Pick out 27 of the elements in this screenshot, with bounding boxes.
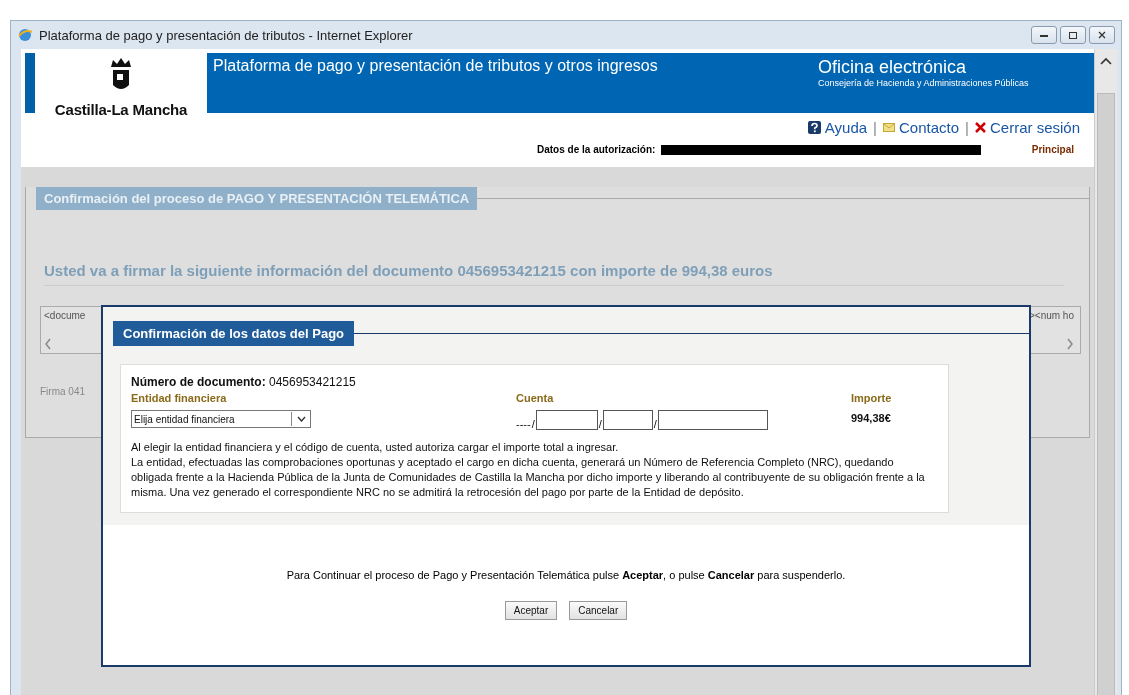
account-label: Cuenta [516, 392, 555, 404]
fieldset-legend: Confirmación del proceso de PAGO Y PRESENTACIÓN TELEMÁTICA [36, 187, 478, 210]
info-paragraph: Al elegir la entidad financiera y el código de cuenta, usted autoriza cargar el importe total a ingresar. [131, 440, 620, 455]
document-text: ><num ho [1028, 310, 1074, 321]
account-separator: / [653, 418, 657, 430]
link-separator: | [965, 119, 969, 136]
entity-label: Entidad financiera [131, 392, 228, 404]
role-label: Principal [1031, 144, 1074, 155]
account-separator: / [531, 418, 535, 430]
brand-name: Castilla-La Mancha [54, 101, 188, 118]
dialog-legend: Confirmación de los datos del Pago [113, 321, 355, 346]
office-subtitle: Consejería de Hacienda y Administraciones Públicas [818, 78, 1030, 88]
instruction-text: Para Continuar el proceso de Pago y Presentación Telemática pulse Aceptar, o pulse Cancelar para suspenderlo. [285, 569, 847, 581]
header-title: Plataforma de pago y presentación de tributos y otros ingresos [212, 56, 659, 76]
window-title: Plataforma de pago y presentación de tributos - Internet Explorer [39, 27, 414, 43]
authorization-label: Datos de la autorización: [537, 144, 656, 155]
document-number: Número de documento: 0456953421215 [131, 375, 357, 389]
signature-label: Firma 041 [40, 386, 86, 397]
link-separator: | [873, 119, 877, 136]
signature-message: Usted va a firmar la siguiente información del documento 0456953421215 con importe de 994,38 euros [44, 262, 1064, 286]
document-text: <docume [44, 310, 86, 321]
account-separator: / [598, 418, 602, 430]
office-title: Oficina electrónica [818, 57, 968, 78]
info-paragraph: La entidad, efectuadas las comprobaciones oportunas y aceptado el cargo en dicha cuenta, generará un Número de Referencia Completo (NRC), quedando obligada frente a la Hacienda Pública de la Junta de Comunidades de Castilla la Mancha por dicho importe y liberando al contribuyente de su obligación frente a la misma. Una vez generado el correspondiente NRC no se admitirá la retrocesión del pago por parte de la Entidad de depósito. [131, 455, 926, 500]
account-prefix: ---- [516, 418, 531, 430]
amount-value: 994,38€ [851, 412, 892, 424]
amount-label: Importe [851, 392, 893, 404]
